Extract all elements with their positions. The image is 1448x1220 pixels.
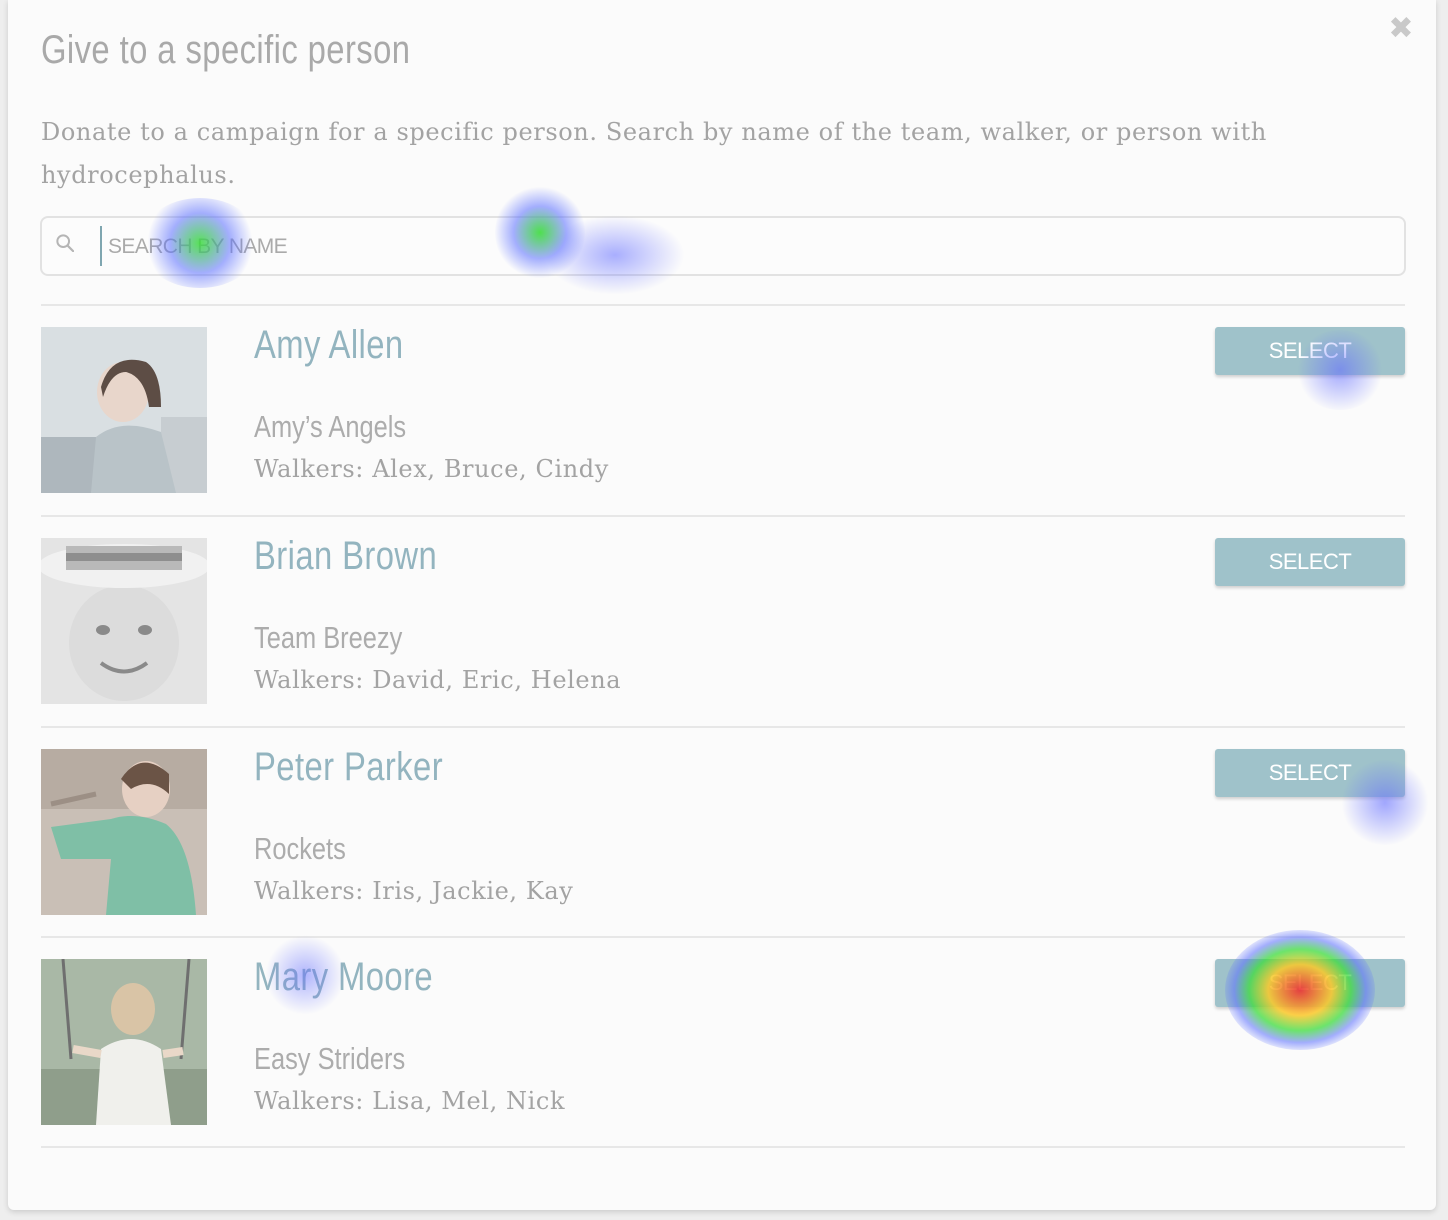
walkers-list: Walkers: Lisa, Mel, Nick bbox=[254, 1087, 566, 1115]
dialog-description: Donate to a campaign for a specific pers… bbox=[41, 118, 1267, 189]
search-box bbox=[40, 216, 1406, 276]
select-button[interactable]: SELECT bbox=[1215, 327, 1405, 375]
person-photo bbox=[41, 538, 207, 704]
select-button[interactable]: SELECT bbox=[1215, 538, 1405, 586]
walkers-list: Walkers: Iris, Jackie, Kay bbox=[254, 877, 574, 905]
walkers-list: Walkers: David, Eric, Helena bbox=[254, 666, 622, 694]
give-to-person-dialog: ✖ Give to a specific person Donate to a … bbox=[8, 0, 1436, 1210]
divider bbox=[41, 1146, 1405, 1148]
divider bbox=[41, 515, 1405, 517]
team-name: Easy Striders bbox=[254, 1041, 406, 1076]
search-input[interactable] bbox=[106, 228, 1390, 266]
person-row: Mary Moore Easy Striders Walkers: Lisa, … bbox=[41, 955, 1405, 1125]
divider bbox=[41, 936, 1405, 938]
person-photo bbox=[41, 959, 207, 1125]
close-icon[interactable]: ✖ bbox=[1388, 14, 1414, 44]
search-icon bbox=[56, 234, 74, 252]
team-name: Amy’s Angels bbox=[254, 409, 407, 444]
team-name: Rockets bbox=[254, 831, 346, 866]
person-photo bbox=[41, 327, 207, 493]
dialog-title: Give to a specific person bbox=[41, 28, 411, 72]
person-row: Amy Allen Amy’s Angels Walkers: Alex, Br… bbox=[41, 323, 1405, 493]
walkers-list: Walkers: Alex, Bruce, Cindy bbox=[254, 455, 609, 483]
person-name[interactable]: Mary Moore bbox=[254, 955, 433, 1000]
person-row: Peter Parker Rockets Walkers: Iris, Jack… bbox=[41, 745, 1405, 915]
divider bbox=[41, 304, 1405, 306]
select-button[interactable]: SELECT bbox=[1215, 749, 1405, 797]
person-name[interactable]: Brian Brown bbox=[254, 534, 437, 579]
divider bbox=[41, 726, 1405, 728]
person-photo bbox=[41, 749, 207, 915]
select-button[interactable]: SELECT bbox=[1215, 959, 1405, 1007]
team-name: Team Breezy bbox=[254, 620, 403, 655]
person-name[interactable]: Amy Allen bbox=[254, 323, 404, 368]
person-row: Brian Brown Team Breezy Walkers: David, … bbox=[41, 534, 1405, 704]
person-name[interactable]: Peter Parker bbox=[254, 745, 443, 790]
text-caret bbox=[100, 226, 102, 266]
